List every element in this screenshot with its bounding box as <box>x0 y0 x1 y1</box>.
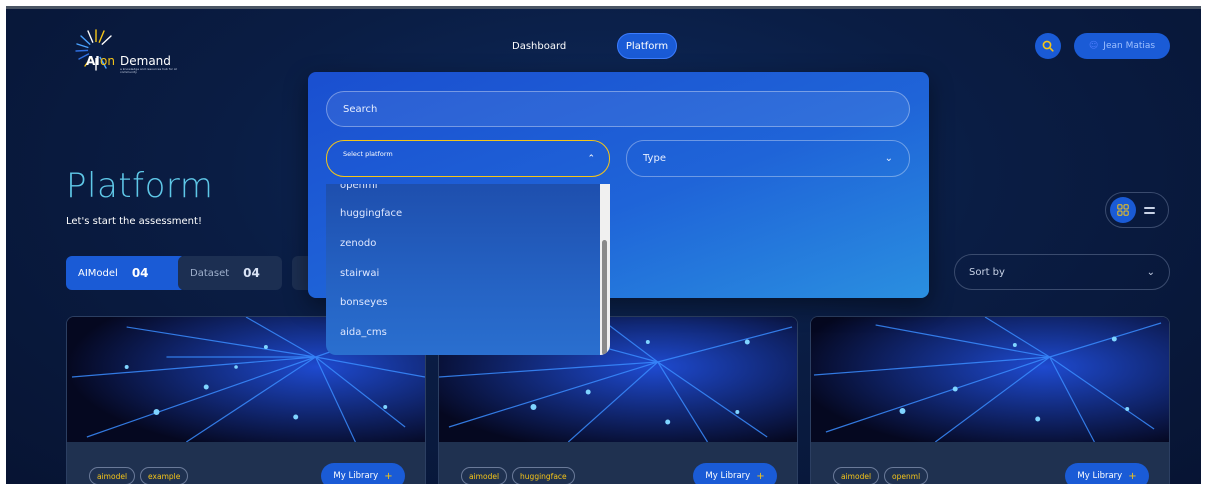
tag[interactable]: openml <box>884 467 929 484</box>
tag[interactable]: example <box>140 467 189 484</box>
search-button[interactable] <box>1035 33 1061 59</box>
dropdown-option[interactable]: aida_cms <box>340 327 387 338</box>
tab-aimodel[interactable]: AIModel 04 <box>66 256 186 290</box>
app-window: AI on Demand a knowledge and resources h… <box>6 6 1201 484</box>
nav-platform[interactable]: Platform <box>617 33 677 59</box>
platform-dropdown-list: openml huggingface zenodo stairwai bonse… <box>326 184 610 355</box>
my-library-button[interactable]: My Library + <box>693 463 777 484</box>
chevron-up-icon: ⌃ <box>587 154 595 164</box>
logo-tagline: a knowledge and resources hub for AI com… <box>120 67 177 74</box>
plus-icon: + <box>384 470 393 482</box>
sort-label: Sort by <box>969 266 1005 278</box>
result-card[interactable]: aimodel openml My Library + <box>810 316 1170 484</box>
user-icon: ☺ <box>1088 41 1099 51</box>
sort-select[interactable]: Sort by ⌄ <box>954 254 1170 290</box>
my-library-button[interactable]: My Library + <box>1065 463 1149 484</box>
plus-icon: + <box>756 470 765 482</box>
type-select-label: Type <box>643 153 666 164</box>
dropdown-option[interactable]: huggingface <box>340 208 402 219</box>
view-toggle <box>1105 192 1169 228</box>
chevron-down-icon: ⌄ <box>1146 266 1155 278</box>
page-subtitle: Let's start the assessment! <box>66 216 202 227</box>
platform-select-label: Select platform <box>343 150 393 158</box>
user-name: Jean Matias <box>1103 41 1156 51</box>
card-tags: aimodel huggingface <box>461 467 575 484</box>
tab-dataset[interactable]: Dataset 04 <box>178 256 282 290</box>
logo-text-ai: AI <box>86 54 100 68</box>
tab-count: 04 <box>243 266 260 280</box>
tab-count: 04 <box>131 266 149 280</box>
tag[interactable]: aimodel <box>89 467 136 484</box>
button-label: My Library <box>1077 471 1123 481</box>
logo-text-demand: Demand <box>120 54 171 68</box>
my-library-button[interactable]: My Library + <box>321 463 405 484</box>
logo[interactable]: AI on Demand a knowledge and resources h… <box>66 20 177 74</box>
card-tags: aimodel example <box>89 467 189 484</box>
chevron-down-icon: ⌄ <box>884 153 893 164</box>
tag[interactable]: huggingface <box>512 467 575 484</box>
tag[interactable]: aimodel <box>833 467 880 484</box>
nav-dashboard[interactable]: Dashboard <box>512 41 566 52</box>
user-menu-button[interactable]: ☺ Jean Matias <box>1074 33 1170 59</box>
card-image <box>811 317 1169 442</box>
dropdown-option[interactable]: bonseyes <box>340 297 387 308</box>
scrollbar-thumb[interactable] <box>602 240 607 355</box>
card-tags: aimodel openml <box>833 467 929 484</box>
search-placeholder: Search <box>343 103 378 115</box>
logo-text-on: on <box>100 54 115 68</box>
plus-icon: + <box>1128 470 1137 482</box>
grid-view-icon <box>1117 204 1129 216</box>
dropdown-option[interactable]: zenodo <box>340 238 376 249</box>
list-view-icon[interactable] <box>1144 206 1155 214</box>
page-title: Platform <box>66 166 214 206</box>
dropdown-option[interactable]: openml <box>340 184 377 191</box>
tab-label: AIModel <box>78 267 118 279</box>
dropdown-scrollbar[interactable] <box>600 184 610 355</box>
tab-label: Dataset <box>190 267 230 279</box>
search-icon <box>1042 40 1054 52</box>
button-label: My Library <box>333 471 379 481</box>
search-input[interactable]: Search <box>326 91 910 127</box>
logo-burst-icon <box>75 29 112 71</box>
type-select[interactable]: Type ⌄ <box>626 140 910 177</box>
tag[interactable]: aimodel <box>461 467 508 484</box>
top-strip <box>6 6 1201 9</box>
platform-select[interactable]: Select platform ⌃ <box>326 140 610 177</box>
button-label: My Library <box>705 471 751 481</box>
grid-view-button[interactable] <box>1110 197 1136 223</box>
dropdown-option[interactable]: stairwai <box>340 268 379 279</box>
